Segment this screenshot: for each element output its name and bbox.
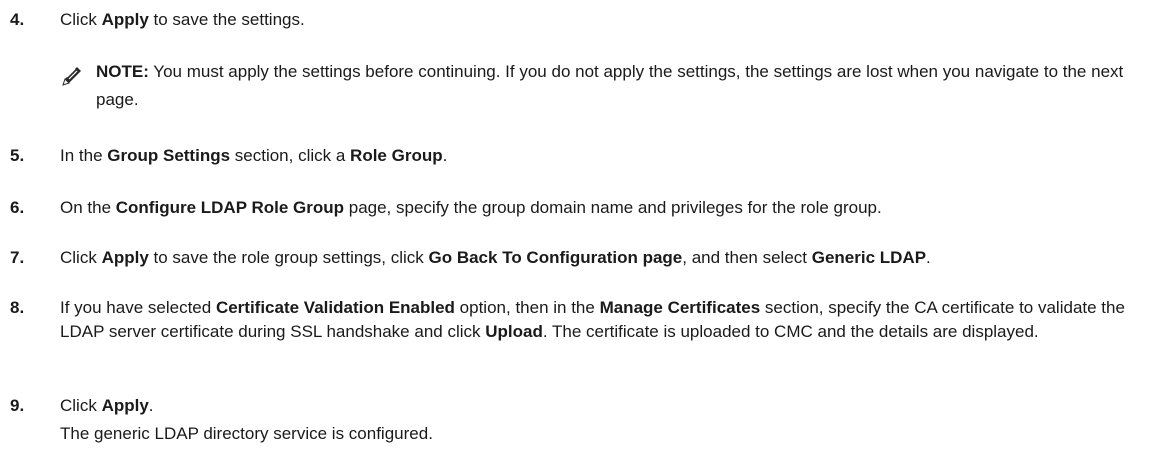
note-body: You must apply the settings before conti… bbox=[96, 62, 1124, 109]
ui-term: Certificate Validation Enabled bbox=[215, 298, 455, 317]
step-number: 6. bbox=[10, 198, 25, 217]
ui-term: Configure LDAP Role Group bbox=[115, 198, 345, 217]
step-text-run: If you have selected bbox=[60, 298, 216, 317]
note-text: NOTE: You must apply the settings before… bbox=[96, 58, 1145, 114]
ui-term: Apply bbox=[101, 396, 149, 415]
step-text: In the Group Settings section, click a R… bbox=[60, 144, 1150, 168]
ui-term: Generic LDAP bbox=[811, 248, 927, 267]
step-text-run: , and then select bbox=[682, 248, 812, 267]
ui-term: Apply bbox=[101, 248, 149, 267]
pencil-note-icon bbox=[61, 65, 83, 87]
step-number: 8. bbox=[10, 298, 25, 317]
step-text-run: . The certificate is uploaded to CMC and… bbox=[542, 322, 1039, 341]
step-text-run: to save the role group settings, click bbox=[148, 248, 429, 267]
step-text: If you have selected Certificate Validat… bbox=[60, 296, 1150, 344]
step-text-run: Click bbox=[60, 248, 102, 267]
step-text-run: Click bbox=[60, 10, 102, 29]
note-label: NOTE: bbox=[96, 62, 149, 81]
step-text-run: to save the settings. bbox=[148, 10, 305, 29]
step-text: Click Apply. bbox=[60, 394, 1150, 418]
ui-term: Go Back To Configuration page bbox=[428, 248, 683, 267]
step-text-run: Click bbox=[60, 396, 102, 415]
ui-term: Group Settings bbox=[107, 146, 231, 165]
step-number: 4. bbox=[10, 10, 25, 29]
step-number: 7. bbox=[10, 248, 25, 267]
step-text-run: On the bbox=[60, 198, 116, 217]
step-number: 9. bbox=[10, 396, 25, 415]
ui-term: Upload bbox=[485, 322, 543, 341]
step-text: Click Apply to save the settings. bbox=[60, 8, 1150, 32]
ui-term: Apply bbox=[101, 10, 149, 29]
ui-term: Role Group bbox=[350, 146, 443, 165]
step-text-run: . bbox=[926, 248, 931, 267]
result-text: The generic LDAP directory service is co… bbox=[60, 424, 433, 443]
step-text: On the Configure LDAP Role Group page, s… bbox=[60, 196, 1150, 220]
step-text: Click Apply to save the role group setti… bbox=[60, 246, 1150, 270]
step-text-run: section, click a bbox=[230, 146, 351, 165]
step-text-run: option, then in the bbox=[454, 298, 600, 317]
step-text-run: page, specify the group domain name and … bbox=[344, 198, 882, 217]
step-text-run: . bbox=[148, 396, 154, 415]
step-text-run: In the bbox=[60, 146, 108, 165]
step-number: 5. bbox=[10, 146, 25, 165]
step-text-run: . bbox=[442, 146, 448, 165]
ui-term: Manage Certificates bbox=[599, 298, 761, 317]
